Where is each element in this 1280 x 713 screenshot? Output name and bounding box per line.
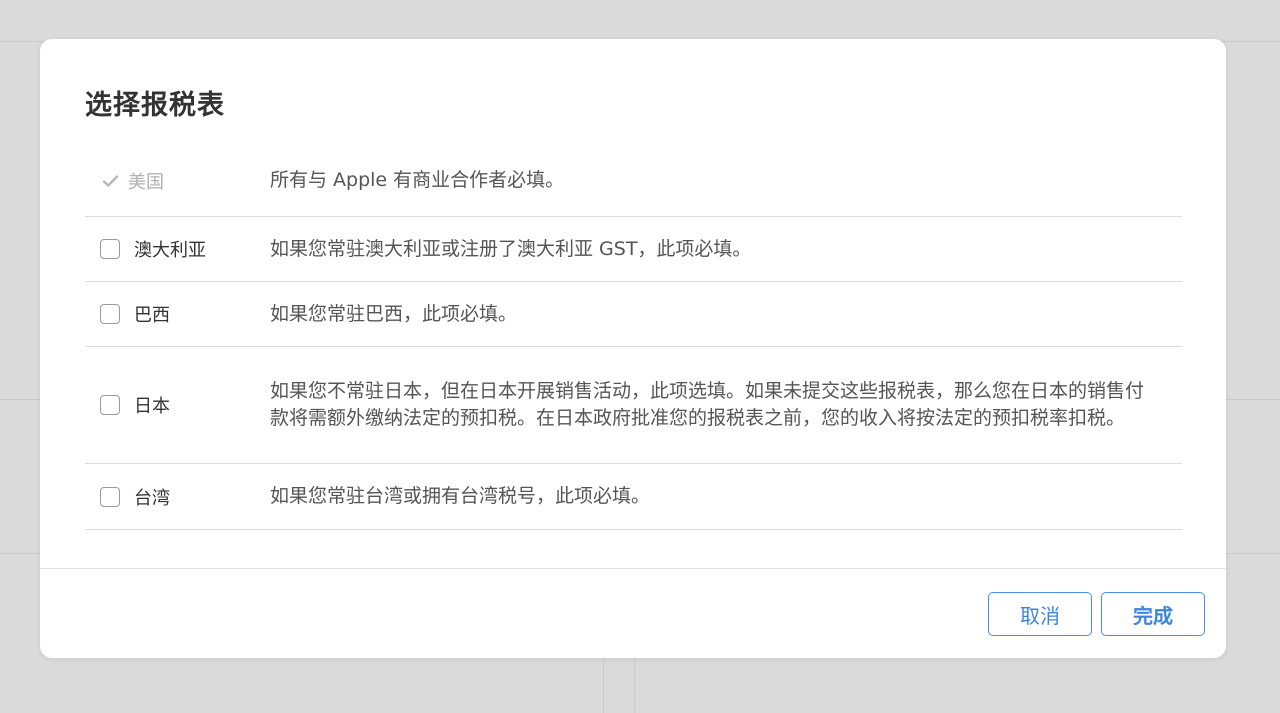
tax-form-row-japan[interactable]: 日本 如果您不常驻日本，但在日本开展销售活动，此项选填。如果未提交这些报税表，那… — [85, 347, 1182, 464]
done-button[interactable]: 完成 — [1101, 592, 1205, 636]
country-label: 台湾 — [134, 487, 170, 509]
australia-checkbox[interactable] — [100, 239, 120, 259]
row-description: 所有与 Apple 有商业合作者必填。 — [270, 169, 565, 191]
row-description: 如果您常驻巴西，此项必填。 — [270, 302, 518, 325]
tax-form-row-brazil[interactable]: 巴西 如果您常驻巴西，此项必填。 — [85, 282, 1182, 347]
row-description: 如果您常驻澳大利亚或注册了澳大利亚 GST，此项必填。 — [270, 237, 752, 260]
dialog-title: 选择报税表 — [85, 90, 225, 121]
row-description: 如果您常驻台湾或拥有台湾税号，此项必填。 — [270, 485, 651, 507]
tax-form-row-taiwan[interactable]: 台湾 如果您常驻台湾或拥有台湾税号，此项必填。 — [85, 464, 1182, 530]
tax-form-row-usa: 美国 所有与 Apple 有商业合作者必填。 — [85, 151, 1182, 217]
checkmark-icon — [100, 171, 120, 191]
tax-form-dialog: 选择报税表 美国 所有与 Apple 有商业合作者必填。 澳大利亚 如果您常驻澳… — [40, 39, 1226, 658]
row-description: 如果您不常驻日本，但在日本开展销售活动，此项选填。如果未提交这些报税表，那么您在… — [270, 380, 1145, 429]
footer-divider — [40, 568, 1226, 569]
country-cell: 美国 — [85, 168, 270, 194]
country-cell: 巴西 — [85, 301, 270, 327]
country-cell: 澳大利亚 — [85, 236, 270, 262]
tax-form-row-australia[interactable]: 澳大利亚 如果您常驻澳大利亚或注册了澳大利亚 GST，此项必填。 — [85, 217, 1182, 282]
country-label: 澳大利亚 — [134, 240, 206, 261]
tax-form-list: 美国 所有与 Apple 有商业合作者必填。 澳大利亚 如果您常驻澳大利亚或注册… — [85, 151, 1182, 530]
country-label: 美国 — [128, 171, 164, 193]
cancel-button[interactable]: 取消 — [988, 592, 1092, 636]
country-label: 日本 — [134, 396, 170, 417]
country-cell: 日本 — [85, 392, 270, 418]
country-label: 巴西 — [134, 305, 170, 326]
japan-checkbox[interactable] — [100, 395, 120, 415]
brazil-checkbox[interactable] — [100, 304, 120, 324]
taiwan-checkbox[interactable] — [100, 486, 120, 507]
country-cell: 台湾 — [85, 484, 270, 510]
